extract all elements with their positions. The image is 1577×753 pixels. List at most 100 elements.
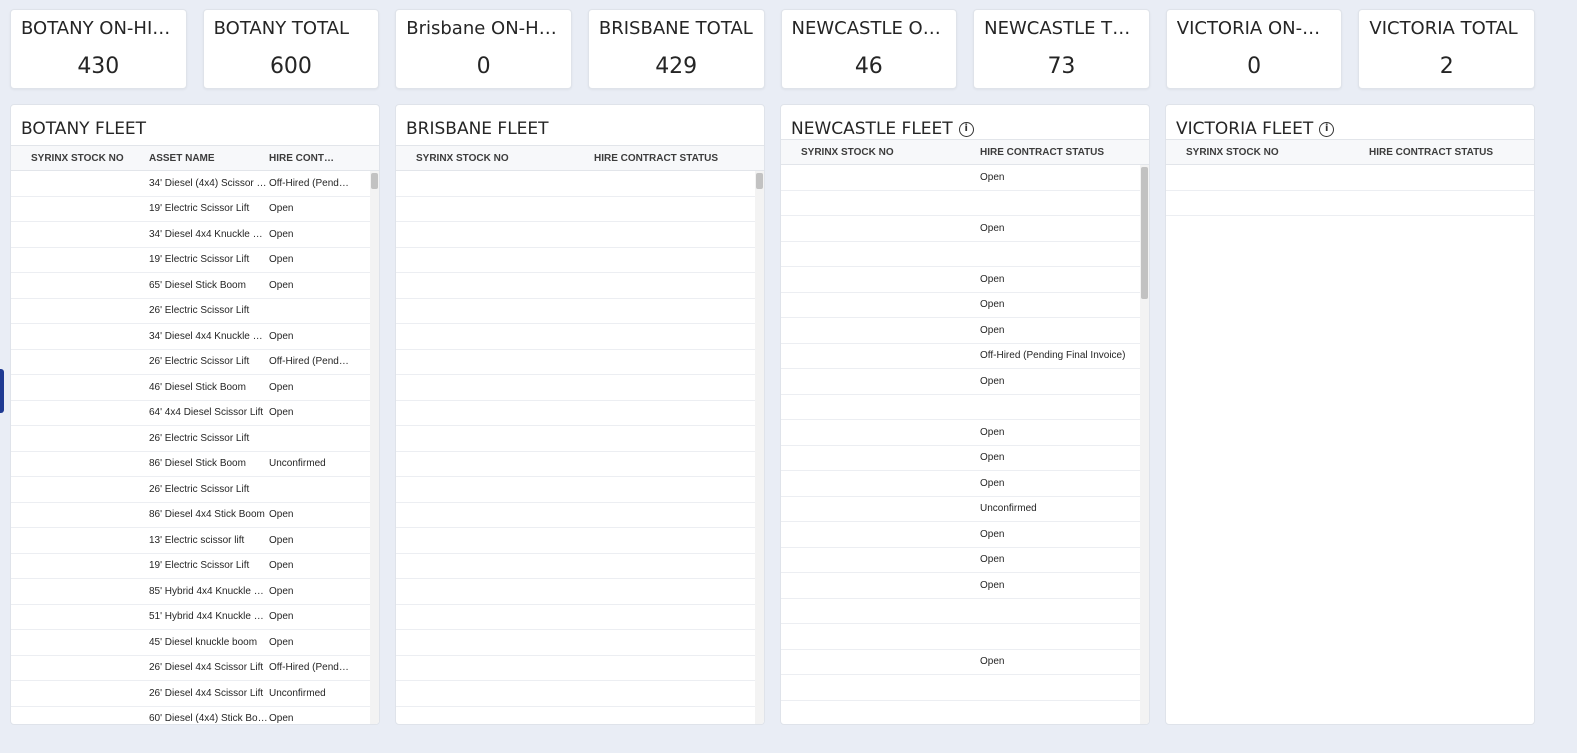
table-row[interactable]: 34' Diesel (4x4) Scissor Lift Off-Hired (… (11, 171, 379, 197)
column-header-stock-no[interactable]: SYRINX STOCK NO (1166, 147, 1369, 158)
table-row[interactable]: 19' Electric Scissor Lift Open (11, 197, 379, 222)
table-row[interactable] (781, 675, 1149, 701)
table-row[interactable] (396, 401, 764, 426)
table-row[interactable] (396, 197, 764, 222)
table-row[interactable]: Open (781, 267, 1149, 293)
table-row[interactable] (396, 299, 764, 324)
column-header-asset-name[interactable]: ASSET NAME (149, 153, 269, 164)
newcastle-fleet-panel: NEWCASTLE FLEET i SYRINX STOCK NO HIRE C… (780, 104, 1150, 725)
table-row[interactable] (396, 630, 764, 656)
table-row[interactable] (396, 248, 764, 273)
table-row[interactable] (396, 324, 764, 350)
table-row[interactable]: 26' Electric Scissor Lift (11, 477, 379, 503)
info-icon[interactable]: i (958, 121, 974, 137)
table-row[interactable] (781, 395, 1149, 420)
column-header-stock-no[interactable]: SYRINX STOCK NO (396, 153, 594, 164)
table-row[interactable] (1166, 165, 1534, 191)
table-row[interactable]: 86' Diesel 4x4 Stick Boom Open (11, 503, 379, 528)
table-row[interactable] (396, 681, 764, 707)
cell-asset-name: 19' Electric Scissor Lift (149, 560, 250, 572)
table-row[interactable] (781, 624, 1149, 650)
column-header-status[interactable]: HIRE CONTRACT STATUS (594, 153, 754, 164)
table-row[interactable] (396, 350, 764, 375)
table-row[interactable]: Open (781, 216, 1149, 242)
table-row[interactable]: 13' Electric scissor lift Open (11, 528, 379, 554)
table-row[interactable]: 64' 4x4 Diesel Scissor Lift Open (11, 401, 379, 426)
table-row[interactable] (396, 477, 764, 503)
side-panel-toggle[interactable] (0, 369, 4, 413)
brisbane-fleet-panel: BRISBANE FLEET SYRINX STOCK NO HIRE CONT… (395, 104, 765, 725)
table-row[interactable] (396, 171, 764, 197)
grid-body[interactable]: 34' Diesel (4x4) Scissor Lift Off-Hired (… (11, 171, 379, 724)
table-row[interactable] (1166, 191, 1534, 216)
table-row[interactable] (396, 375, 764, 401)
cell-status: Off-Hired (Pending Final Invoice) (269, 356, 351, 368)
table-row[interactable]: Open (781, 420, 1149, 446)
cell-asset-name: 45' Diesel knuckle boom (149, 636, 258, 648)
cell-asset-name: 19' Electric Scissor Lift (149, 254, 250, 266)
table-row[interactable]: Open (781, 548, 1149, 573)
table-row[interactable]: 19' Electric Scissor Lift Open (11, 554, 379, 579)
table-row[interactable]: Open (781, 522, 1149, 548)
table-row[interactable] (781, 599, 1149, 624)
scrollbar[interactable] (370, 171, 379, 724)
table-row[interactable]: 51' Hybrid 4x4 Knuckle Boom Open (11, 605, 379, 630)
table-row[interactable]: Off-Hired (Pending Final Invoice) (781, 344, 1149, 369)
scrollbar-thumb[interactable] (756, 173, 763, 189)
table-row[interactable] (396, 452, 764, 477)
table-row[interactable]: 85' Hybrid 4x4 Knuckle Boom Open (11, 579, 379, 605)
cell-status: Open (980, 426, 1005, 438)
table-row[interactable]: Open (781, 573, 1149, 599)
column-header-stock-no[interactable]: SYRINX STOCK NO (781, 147, 980, 158)
kpi-value: 429 (655, 54, 698, 79)
table-row[interactable] (781, 191, 1149, 216)
cell-status: Off-Hired (Pending Final Invoice) (269, 177, 351, 189)
scrollbar-thumb[interactable] (371, 173, 378, 189)
table-row[interactable] (781, 242, 1149, 267)
scrollbar[interactable] (755, 171, 764, 724)
grid-body[interactable] (1166, 165, 1534, 724)
grid-body[interactable] (396, 171, 764, 725)
table-row[interactable]: 34' Diesel 4x4 Knuckle Boom Open (11, 222, 379, 248)
table-row[interactable] (396, 503, 764, 528)
table-row[interactable] (396, 426, 764, 452)
table-row[interactable]: 86' Diesel Stick Boom Unconfirmed (11, 452, 379, 477)
table-row[interactable]: 19' Electric Scissor Lift Open (11, 248, 379, 273)
grid-body[interactable]: Open Open Open Open Open Off-Hired (Pending F… (781, 165, 1149, 725)
table-row[interactable]: 26' Electric Scissor Lift (11, 426, 379, 452)
scrollbar[interactable] (1140, 165, 1149, 724)
scrollbar-thumb[interactable] (1141, 167, 1148, 299)
table-row[interactable]: 26' Diesel 4x4 Scissor Lift Off-Hired (Pe… (11, 656, 379, 681)
column-header-status[interactable]: HIRE CONTRACT STATUS (980, 147, 1140, 158)
table-row[interactable] (396, 656, 764, 681)
table-row[interactable]: Open (781, 650, 1149, 675)
column-header-status[interactable]: HIRE CONTRACT STATUS (1369, 147, 1529, 158)
table-row[interactable] (396, 707, 764, 725)
table-row[interactable] (396, 554, 764, 579)
table-row[interactable]: 26' Diesel 4x4 Scissor Lift Unconfirmed (11, 681, 379, 707)
table-row[interactable]: Open (781, 369, 1149, 395)
table-row[interactable] (396, 528, 764, 554)
table-row[interactable] (396, 579, 764, 605)
table-row[interactable] (781, 701, 1149, 725)
table-row[interactable]: 60' Diesel (4x4) Stick Boom Open (11, 707, 379, 724)
cell-status: Open (980, 528, 1005, 540)
info-icon[interactable]: i (1319, 121, 1335, 137)
table-row[interactable]: 26' Electric Scissor Lift Off-Hired (Pend… (11, 350, 379, 375)
table-row[interactable]: 45' Diesel knuckle boom Open (11, 630, 379, 656)
table-row[interactable]: 34' Diesel 4x4 Knuckle Boom Open (11, 324, 379, 350)
table-row[interactable]: Unconfirmed (781, 497, 1149, 522)
table-row[interactable] (396, 605, 764, 630)
table-row[interactable] (396, 222, 764, 248)
table-row[interactable]: 65' Diesel Stick Boom Open (11, 273, 379, 299)
column-header-status[interactable]: HIRE CONTRACT STATUS (269, 153, 339, 164)
table-row[interactable]: Open (781, 293, 1149, 318)
table-row[interactable]: Open (781, 471, 1149, 497)
table-row[interactable]: 46' Diesel Stick Boom Open (11, 375, 379, 401)
table-row[interactable]: Open (781, 165, 1149, 191)
column-header-stock-no[interactable]: SYRINX STOCK NO (11, 153, 149, 164)
table-row[interactable]: Open (781, 446, 1149, 471)
table-row[interactable]: Open (781, 318, 1149, 344)
table-row[interactable]: 26' Electric Scissor Lift (11, 299, 379, 324)
table-row[interactable] (396, 273, 764, 299)
